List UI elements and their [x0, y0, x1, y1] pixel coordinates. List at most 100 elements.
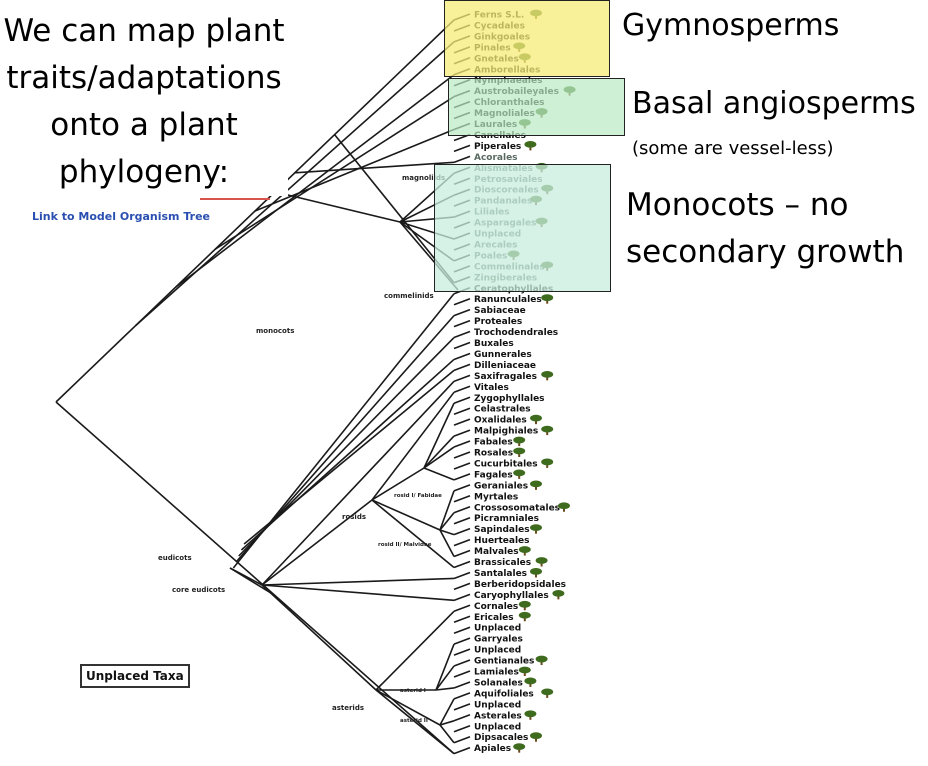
taxon-label: Berberidopsidales — [474, 580, 566, 590]
taxon-label: Unplaced — [474, 722, 521, 732]
tree-branch — [453, 637, 471, 645]
taxon-label: Solanales — [474, 678, 523, 688]
tree-branch — [453, 451, 471, 459]
tree-branch — [453, 703, 471, 711]
tree-branch — [453, 462, 471, 470]
tree-branch — [453, 582, 471, 591]
tree-icon — [535, 557, 548, 567]
tree-branch — [435, 665, 455, 691]
tree-branch — [453, 516, 471, 525]
tree-branch — [453, 396, 471, 404]
tree-branch — [453, 495, 471, 503]
tree-branch — [453, 319, 471, 328]
taxon-label: Apiales — [474, 744, 511, 754]
tree-branch — [453, 538, 471, 547]
tree-icon — [541, 294, 554, 304]
taxon-label: Cornales — [474, 602, 518, 612]
tree-branch — [453, 604, 471, 613]
tree-branch — [375, 610, 455, 691]
tree-icon — [535, 655, 548, 666]
clade-eudicots: eudicots — [158, 554, 192, 562]
tree-branch — [423, 467, 455, 481]
clade-monocots: monocots — [256, 327, 294, 335]
tree-icon — [513, 447, 526, 457]
clade-rosid1: rosid I/ Fabidae — [394, 493, 442, 499]
tree-branch — [453, 714, 471, 722]
basal-angiosperms-note: (some are vessel-less) — [632, 138, 834, 159]
tree-branch — [453, 352, 471, 361]
intro-line: onto a plant — [50, 107, 238, 143]
tree-icon — [524, 677, 537, 687]
basal-angiosperms-callout: Basal angiosperms — [632, 86, 916, 121]
taxon-label: Dipsacales — [474, 733, 528, 743]
gymnosperms-callout: Gymnosperms — [622, 8, 840, 43]
taxon-label: Gunnerales — [474, 350, 532, 360]
clade-asterid2: asterid II — [400, 718, 428, 724]
unplaced-taxa-box[interactable]: Unplaced Taxa — [80, 664, 190, 688]
intro-line: phylogeny: — [58, 154, 230, 190]
tree-branch — [371, 499, 441, 531]
taxon-label: Unplaced — [474, 646, 521, 656]
tree-branch — [439, 490, 455, 531]
tree-branch — [261, 577, 455, 586]
tree-branch — [453, 429, 471, 437]
model-organism-tree-link[interactable]: Link to Model Organism Tree — [32, 210, 210, 223]
tree-branch — [453, 308, 471, 317]
tree-branch — [453, 549, 471, 558]
taxon-label: Geraniales — [474, 481, 528, 491]
taxon-label: Zygophyllales — [474, 394, 545, 404]
gymnosperm-highlight-box — [444, 0, 610, 77]
tree-icon — [530, 480, 542, 490]
taxon-label: Huerteales — [474, 536, 530, 546]
tree-icon — [530, 524, 542, 534]
tree-branch — [453, 648, 471, 656]
tree-branch — [423, 435, 455, 469]
clade-rosids: rosids — [342, 513, 366, 521]
tree-icon — [541, 688, 554, 698]
monocots-callout-line: secondary growth — [626, 234, 905, 270]
taxon-label: Santalales — [474, 569, 527, 579]
monocots-callout-line: Monocots – no — [626, 187, 849, 223]
clade-commelinids: commelinids — [384, 292, 434, 300]
taxon-label: Brassicales — [474, 558, 531, 568]
tree-branch — [435, 643, 455, 691]
taxon-label: Picramniales — [474, 514, 539, 524]
tree-branch — [453, 670, 471, 678]
taxon-label: Rosales — [474, 449, 513, 459]
intro-line: We can map plant — [3, 13, 285, 49]
clade-labels: magnoliids commelinids monocots eudicots… — [158, 174, 445, 724]
taxon-label: Saxifragales — [474, 372, 537, 382]
clade-rosid2: rosid II/ Malvidae — [378, 542, 432, 548]
monocot-highlight-box — [434, 164, 611, 292]
taxon-label: Asterales — [474, 711, 522, 721]
taxon-label: Dilleniaceae — [474, 361, 536, 371]
intro-text: We can map plant traits/adaptations onto… — [0, 8, 288, 196]
tree-branch — [453, 418, 471, 426]
tree-branch — [453, 692, 471, 700]
taxon-label: Caryophyllales — [474, 591, 549, 601]
taxon-label: Vitales — [474, 383, 509, 393]
tree-branch — [453, 659, 471, 667]
tree-branch — [453, 341, 471, 350]
taxon-label: Crossosomatales — [474, 503, 560, 513]
tree-branch — [453, 297, 471, 306]
taxon-label: Malpighiales — [474, 427, 538, 437]
tree-branch — [453, 615, 471, 623]
taxon-label: Ranunculales — [474, 295, 542, 305]
tree-branch — [294, 161, 455, 174]
tree-icon — [541, 425, 554, 436]
tree-icon — [552, 589, 565, 600]
tree-branch — [453, 571, 471, 580]
tree-branch — [453, 374, 471, 383]
taxon-label: Garryales — [474, 635, 523, 645]
tree-icon — [530, 732, 542, 742]
tree-branch — [435, 687, 455, 691]
intro-line: traits/adaptations — [6, 60, 282, 96]
tree-branch — [261, 584, 455, 602]
tree-icon — [541, 458, 554, 468]
tree-branch — [453, 155, 471, 164]
tree-icon — [513, 469, 526, 479]
taxon-label: Oxalidales — [474, 416, 527, 426]
monocots-callout: Monocots – no secondary growth — [626, 182, 904, 276]
taxon-label: Aquifoliales — [474, 689, 534, 699]
